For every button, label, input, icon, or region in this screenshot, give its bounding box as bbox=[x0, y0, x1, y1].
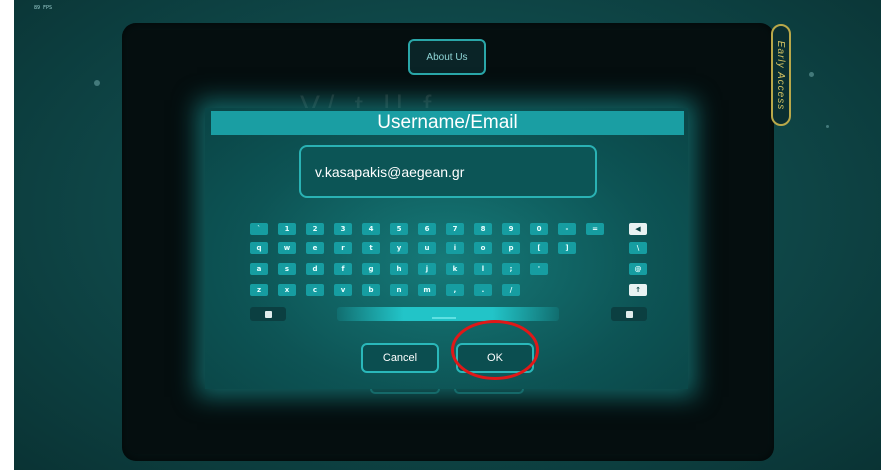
key-char[interactable]: 0 bbox=[530, 223, 548, 235]
key-char[interactable]: d bbox=[306, 263, 324, 275]
copy-icon bbox=[264, 310, 272, 318]
key-char[interactable]: u bbox=[418, 242, 436, 254]
cancel-button[interactable]: Cancel bbox=[361, 343, 439, 373]
space-indicator bbox=[432, 317, 456, 319]
ambient-particle bbox=[809, 72, 814, 77]
key-char[interactable]: ' bbox=[530, 263, 548, 275]
key-char[interactable]: o bbox=[474, 242, 492, 254]
key-char[interactable]: n bbox=[390, 284, 408, 296]
key-char[interactable]: r bbox=[334, 242, 352, 254]
key-char[interactable]: h bbox=[390, 263, 408, 275]
key-char[interactable]: , bbox=[446, 284, 464, 296]
key-char[interactable]: 1 bbox=[278, 223, 296, 235]
key-char[interactable]: @ bbox=[629, 263, 647, 275]
key-char[interactable]: ] bbox=[558, 242, 576, 254]
key-char[interactable]: = bbox=[586, 223, 604, 235]
key-backspace[interactable]: ◀ bbox=[629, 223, 647, 235]
early-access-badge: Early Access bbox=[771, 24, 791, 126]
key-char[interactable]: . bbox=[474, 284, 492, 296]
key-char[interactable]: w bbox=[278, 242, 296, 254]
keyboard-right-utility[interactable] bbox=[611, 307, 647, 321]
early-access-label: Early Access bbox=[775, 40, 787, 110]
key-char[interactable]: j bbox=[418, 263, 436, 275]
key-char[interactable]: 6 bbox=[418, 223, 436, 235]
keyboard-left-utility[interactable] bbox=[250, 307, 286, 321]
key-char[interactable]: ; bbox=[502, 263, 520, 275]
key-char[interactable]: x bbox=[278, 284, 296, 296]
key-char[interactable]: 3 bbox=[334, 223, 352, 235]
key-char[interactable]: g bbox=[362, 263, 380, 275]
username-input[interactable]: v.kasapakis@aegean.gr bbox=[299, 145, 597, 198]
key-char[interactable]: i bbox=[446, 242, 464, 254]
key-char[interactable]: e bbox=[306, 242, 324, 254]
key-char[interactable]: f bbox=[334, 263, 352, 275]
key-char[interactable]: [ bbox=[530, 242, 548, 254]
key-char[interactable]: k bbox=[446, 263, 464, 275]
key-char[interactable]: l bbox=[474, 263, 492, 275]
key-char[interactable]: a bbox=[250, 263, 268, 275]
space-key[interactable] bbox=[337, 307, 559, 321]
key-char[interactable]: 7 bbox=[446, 223, 464, 235]
key-char[interactable]: 2 bbox=[306, 223, 324, 235]
key-char[interactable]: ` bbox=[250, 223, 268, 235]
dialog-title: Username/Email bbox=[211, 111, 684, 135]
key-char[interactable]: z bbox=[250, 284, 268, 296]
key-char[interactable]: 4 bbox=[362, 223, 380, 235]
key-char[interactable]: q bbox=[250, 242, 268, 254]
key-char[interactable]: c bbox=[306, 284, 324, 296]
key-char[interactable]: b bbox=[362, 284, 380, 296]
square-icon bbox=[625, 310, 633, 318]
fps-counter: 89 FPS bbox=[34, 5, 53, 11]
key-char[interactable]: t bbox=[362, 242, 380, 254]
key-char[interactable]: v bbox=[334, 284, 352, 296]
about-us-button[interactable]: About Us bbox=[408, 39, 486, 75]
key-shift[interactable]: ↑ bbox=[629, 284, 647, 296]
key-char[interactable]: \ bbox=[629, 242, 647, 254]
ok-button[interactable]: OK bbox=[456, 343, 534, 373]
key-char[interactable]: - bbox=[558, 223, 576, 235]
ambient-particle bbox=[94, 80, 100, 86]
key-char[interactable]: 8 bbox=[474, 223, 492, 235]
key-char[interactable]: m bbox=[418, 284, 436, 296]
key-char[interactable]: 9 bbox=[502, 223, 520, 235]
key-char[interactable]: 5 bbox=[390, 223, 408, 235]
key-char[interactable]: / bbox=[502, 284, 520, 296]
key-char[interactable]: s bbox=[278, 263, 296, 275]
ambient-particle bbox=[826, 125, 829, 128]
key-char[interactable]: p bbox=[502, 242, 520, 254]
key-char[interactable]: y bbox=[390, 242, 408, 254]
